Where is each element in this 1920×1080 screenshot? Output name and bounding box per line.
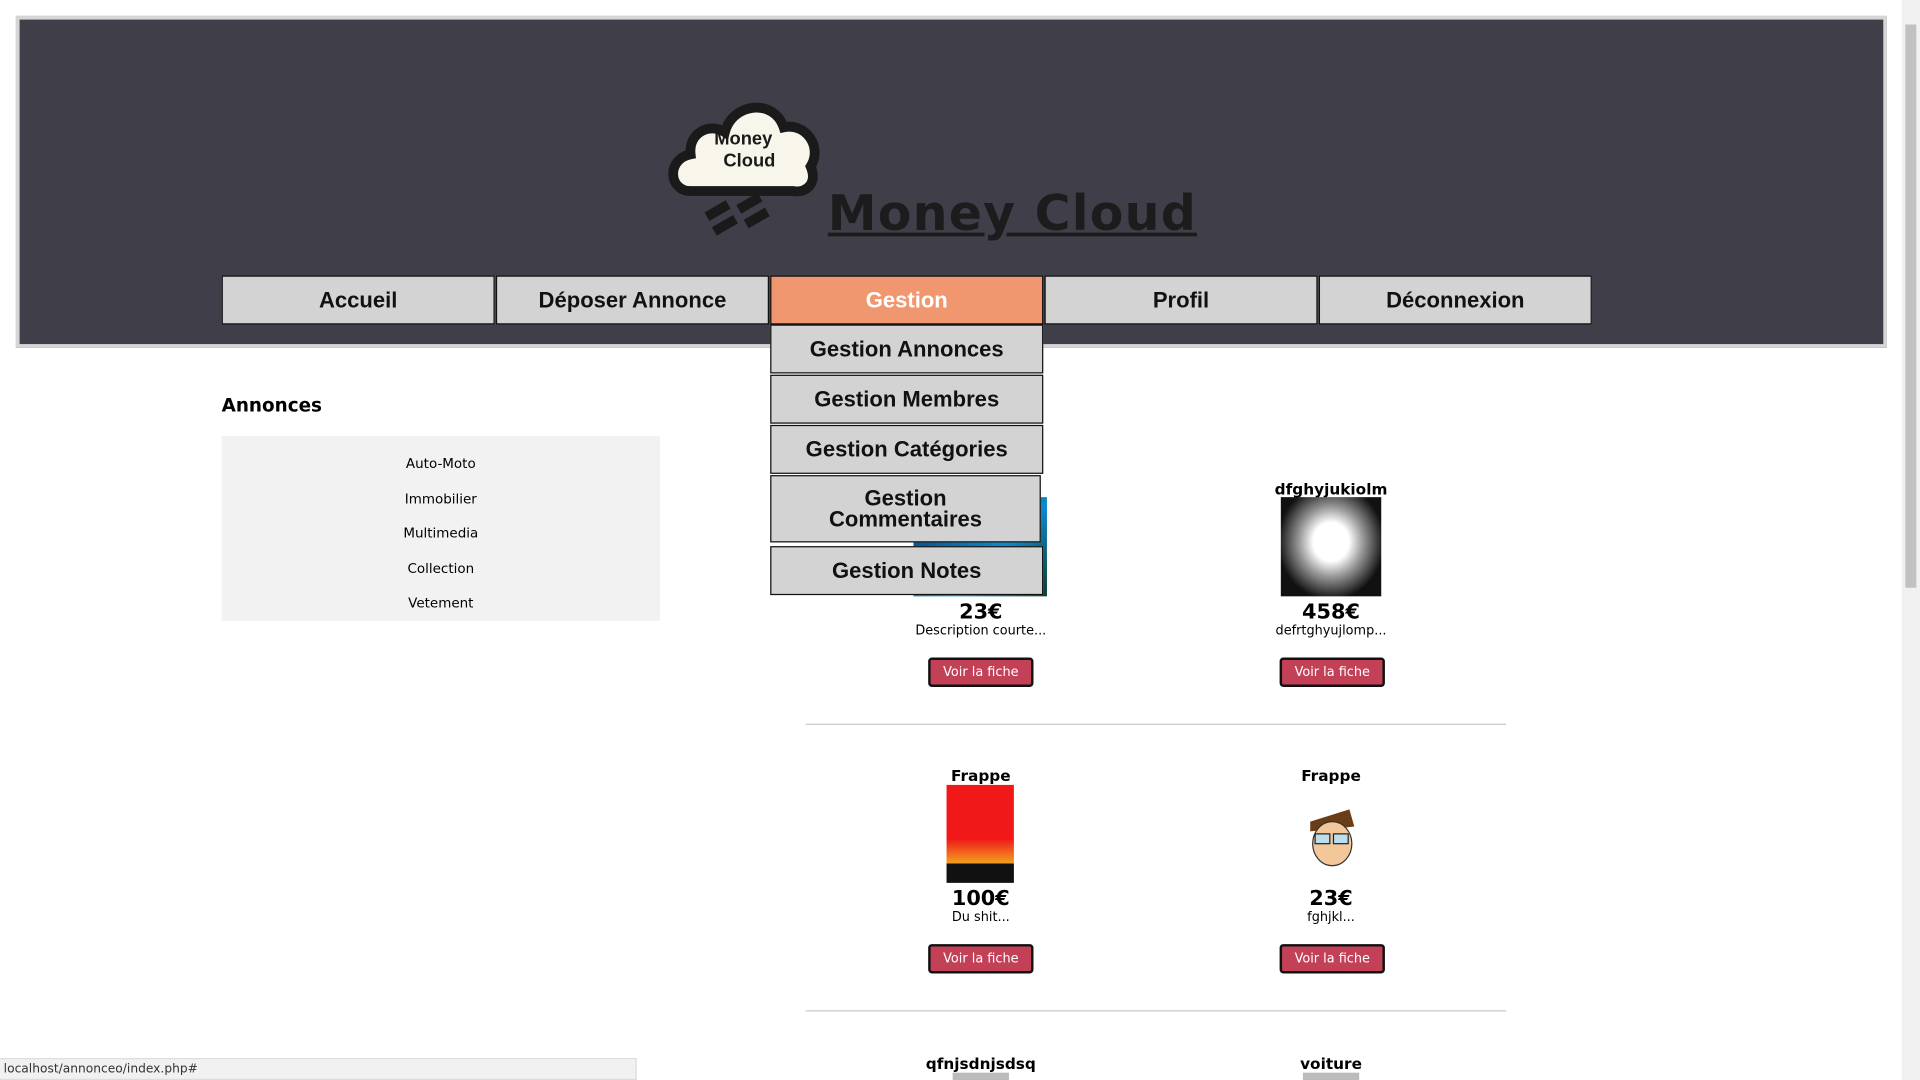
listing-price: 23€	[959, 600, 1003, 625]
scrollbar-thumb[interactable]	[1905, 24, 1917, 588]
menu-gestion-categories[interactable]: Gestion Catégories	[770, 424, 1044, 474]
menu-gestion-annonces[interactable]: Gestion Annonces	[770, 324, 1044, 374]
listing-title: dfghyjukiolm	[1274, 480, 1388, 499]
listing-description: Description courte...	[915, 623, 1047, 638]
nav-accueil[interactable]: Accueil	[221, 275, 495, 325]
nav-deconnexion[interactable]: Déconnexion	[1318, 275, 1592, 325]
menu-gestion-membres[interactable]: Gestion Membres	[770, 374, 1044, 424]
listing-description: Du shit...	[951, 909, 1010, 925]
annonces-heading: Annonces	[221, 394, 322, 417]
listing-image[interactable]	[1300, 804, 1361, 871]
nav-profil[interactable]: Profil	[1044, 275, 1318, 325]
category-collection[interactable]: Collection	[222, 561, 660, 577]
menu-gestion-notes[interactable]: Gestion Notes	[770, 546, 1044, 596]
divider	[805, 723, 1507, 725]
money-cloud-logo[interactable]: Money Cloud	[666, 86, 820, 238]
nav-deposer-annonce[interactable]: Déposer Annonce	[495, 275, 769, 325]
listing-title: voiture	[1300, 1054, 1362, 1073]
divider	[805, 1010, 1507, 1012]
listing-price: 23€	[1309, 886, 1353, 912]
view-listing-button[interactable]: Voir la fiche	[1279, 944, 1385, 974]
nav-gestion[interactable]: Gestion	[770, 275, 1044, 325]
category-immobilier[interactable]: Immobilier	[222, 491, 660, 507]
listing-image[interactable]	[946, 784, 1014, 883]
listing-description: fghjkl...	[1307, 909, 1355, 925]
listing-title: Frappe	[950, 766, 1011, 785]
site-title[interactable]: Money Cloud	[828, 186, 1197, 242]
listing-description: defrtghyujlomp...	[1275, 623, 1387, 638]
status-bar-url: localhost/annonceo/index.php#	[0, 1057, 637, 1080]
listing-price: 100€	[951, 886, 1010, 912]
listing-image[interactable]	[1302, 1072, 1360, 1080]
listing-price: 458€	[1302, 600, 1360, 625]
listing-image[interactable]	[1280, 497, 1382, 597]
listing-title: qfnjsdnjsdsq	[925, 1054, 1036, 1073]
listing-title: Frappe	[1301, 766, 1361, 785]
view-listing-button[interactable]: Voir la fiche	[1279, 657, 1385, 687]
category-auto-moto[interactable]: Auto-Moto	[222, 456, 660, 472]
view-listing-button[interactable]: Voir la fiche	[928, 944, 1034, 974]
svg-text:Cloud: Cloud	[723, 150, 775, 171]
category-multimedia[interactable]: Multimedia	[222, 525, 660, 541]
category-vetement[interactable]: Vetement	[222, 595, 660, 611]
menu-gestion-commentaires[interactable]: Gestion Commentaires	[770, 475, 1041, 543]
category-list: Auto-Moto Immobilier Multimedia Collecti…	[221, 435, 661, 621]
svg-text:Money: Money	[714, 127, 773, 148]
listing-image[interactable]	[952, 1072, 1009, 1080]
view-listing-button[interactable]: Voir la fiche	[928, 657, 1034, 687]
